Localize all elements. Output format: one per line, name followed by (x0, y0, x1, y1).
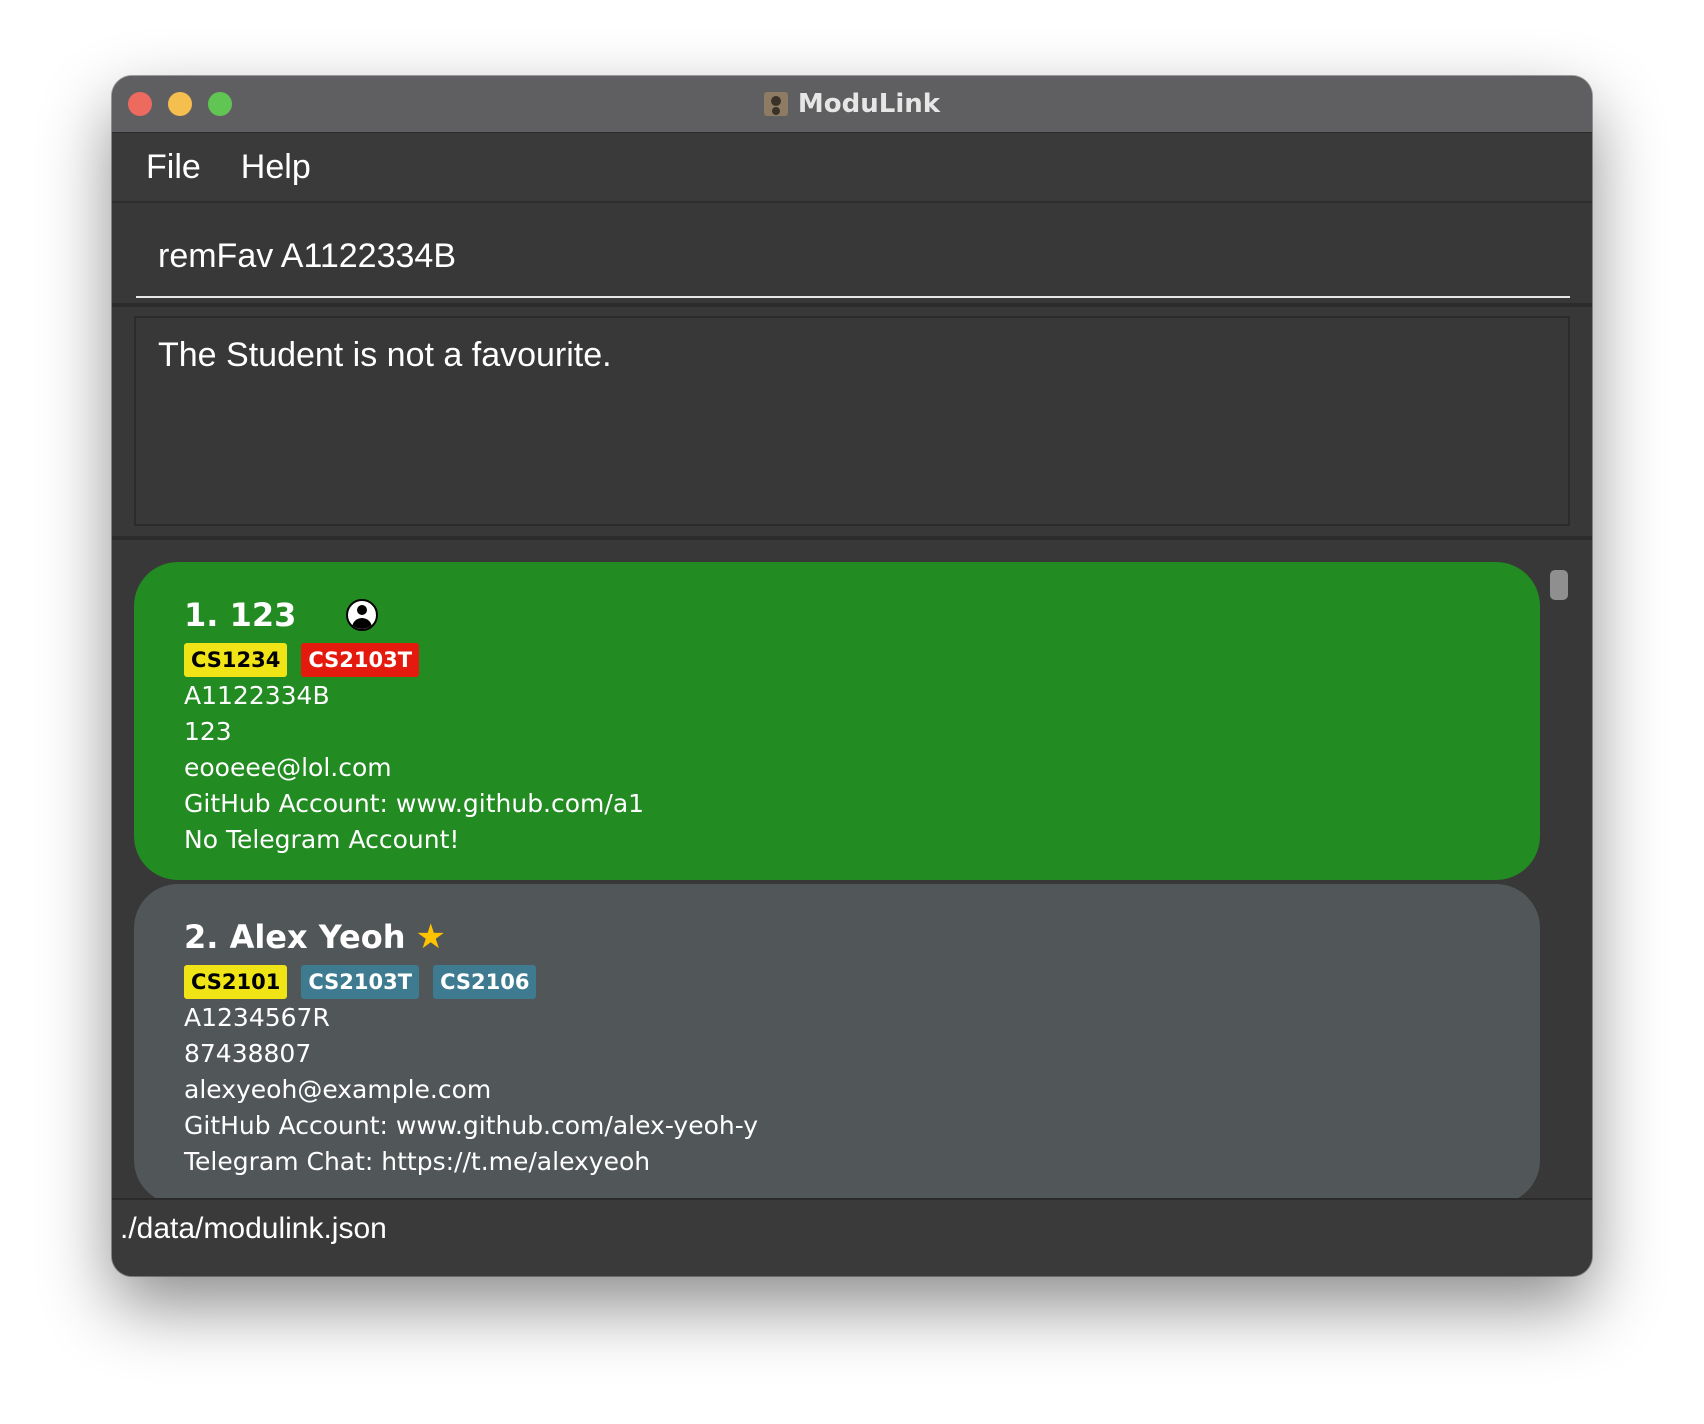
result-text: The Student is not a favourite. (158, 336, 612, 374)
student-id: A1122334B (184, 681, 330, 710)
student-list[interactable]: 1. 123 CS1234 CS2103T A1122334B 123 eooe… (112, 540, 1592, 1198)
app-window: ModuLink File Help The Student is not a … (112, 76, 1592, 1276)
command-box (136, 216, 1570, 298)
command-input[interactable] (136, 216, 1570, 296)
tag-badge: CS1234 (184, 643, 288, 677)
person-icon (346, 599, 379, 631)
student-github: GitHub Account: www.github.com/alex-yeoh… (184, 1111, 759, 1140)
star-icon: ★ (415, 917, 446, 957)
student-github: GitHub Account: www.github.com/a1 (184, 789, 645, 818)
student-id: A1234567R (184, 1003, 330, 1032)
menu-file[interactable]: File (146, 148, 201, 187)
student-name: 2. Alex Yeoh (184, 918, 406, 956)
window-title-group: ModuLink (112, 76, 1592, 132)
card-header: 2. Alex Yeoh ★ (184, 914, 1540, 960)
student-email: eooeee@lol.com (184, 753, 392, 782)
menu-bar: File Help (112, 133, 1592, 203)
tag-list: CS1234 CS2103T (184, 642, 1540, 678)
status-bar: ./data/modulink.json (112, 1198, 1592, 1276)
card-header: 1. 123 (184, 592, 1540, 638)
scrollbar-thumb[interactable] (1550, 570, 1568, 600)
student-phone: 87438807 (184, 1039, 312, 1068)
tag-badge: CS2106 (433, 965, 537, 999)
divider (112, 303, 1592, 307)
student-telegram: Telegram Chat: https://t.me/alexyeoh (184, 1147, 651, 1176)
student-name: 1. 123 (184, 596, 297, 634)
student-telegram: No Telegram Account! (184, 825, 460, 854)
title-bar: ModuLink (112, 76, 1592, 133)
student-card-2[interactable]: 2. Alex Yeoh ★ CS2101 CS2103T CS2106 A12… (134, 884, 1540, 1198)
app-icon (763, 92, 788, 116)
data-file-path: ./data/modulink.json (120, 1212, 387, 1245)
window-title: ModuLink (797, 89, 941, 119)
result-display: The Student is not a favourite. (134, 316, 1570, 526)
student-card-1[interactable]: 1. 123 CS1234 CS2103T A1122334B 123 eooe… (134, 562, 1540, 880)
student-phone: 123 (184, 717, 232, 746)
tag-badge: CS2103T (301, 965, 420, 999)
menu-help[interactable]: Help (241, 148, 311, 187)
tag-badge: CS2103T (301, 643, 420, 677)
student-email: alexyeoh@example.com (184, 1075, 492, 1104)
tag-badge: CS2101 (184, 965, 288, 999)
tag-list: CS2101 CS2103T CS2106 (184, 964, 1540, 1000)
